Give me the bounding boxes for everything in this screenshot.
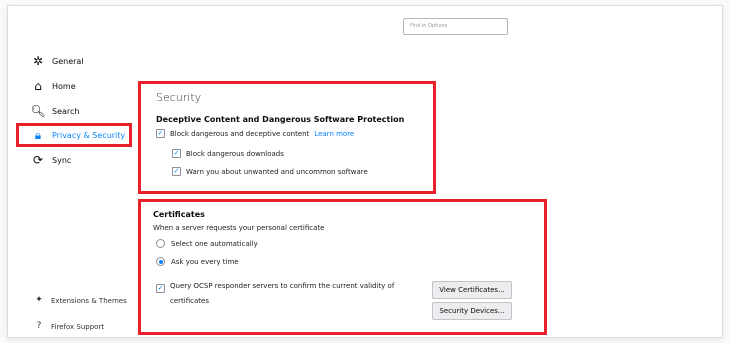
ocsp-checkbox[interactable]: ✓	[156, 284, 165, 293]
block-deceptive-row: ✓ Block dangerous and deceptive content …	[156, 129, 354, 138]
block-downloads-row: ✓ Block dangerous downloads	[172, 149, 284, 158]
block-downloads-checkbox[interactable]: ✓	[172, 149, 181, 158]
ocsp-label: Query OCSP responder servers to confirm …	[170, 279, 394, 309]
sidebar-item-sync[interactable]: ⟳ Sync	[30, 151, 71, 169]
deceptive-content-heading: Deceptive Content and Dangerous Software…	[156, 115, 405, 124]
certificates-heading: Certificates	[153, 210, 205, 219]
ocsp-row: ✓ Query OCSP responder servers to confir…	[156, 279, 394, 309]
sidebar-link-label: Firefox Support	[51, 322, 105, 331]
block-downloads-label: Block dangerous downloads	[186, 149, 284, 158]
sidebar-item-label: Search	[52, 106, 80, 116]
highlight-privacy-security	[16, 123, 132, 147]
search-icon: 🔍︎	[30, 104, 46, 118]
sidebar-item-label: Sync	[52, 155, 72, 165]
select-automatically-label: Select one automatically	[171, 239, 258, 248]
sidebar-item-search[interactable]: 🔍︎ Search	[30, 102, 79, 120]
puzzle-icon: ✦	[35, 295, 43, 305]
certificate-prompt: When a server requests your personal cer…	[153, 224, 325, 232]
sidebar-link-extensions-themes[interactable]: ✦ Extensions & Themes	[33, 296, 127, 305]
find-in-options-input[interactable]: Find in Options	[403, 18, 508, 35]
gear-icon: ✲	[32, 54, 44, 68]
block-deceptive-label: Block dangerous and deceptive content	[170, 129, 310, 138]
ocsp-label-line1: Query OCSP responder servers to confirm …	[170, 282, 395, 290]
ask-every-time-radio[interactable]	[156, 257, 165, 266]
sync-icon: ⟳	[32, 153, 44, 167]
select-automatically-row: Select one automatically	[156, 239, 258, 248]
ocsp-label-line2: certificates	[170, 297, 209, 305]
sidebar-item-general[interactable]: ✲ General	[30, 52, 84, 70]
warn-unwanted-label: Warn you about unwanted and uncommon sof…	[186, 167, 368, 176]
warn-unwanted-checkbox[interactable]: ✓	[172, 167, 181, 176]
sidebar-link-label: Extensions & Themes	[51, 296, 127, 305]
warn-unwanted-row: ✓ Warn you about unwanted and uncommon s…	[172, 167, 368, 176]
view-certificates-button[interactable]: View Certificates...	[432, 281, 512, 299]
sidebar-item-home[interactable]: ⌂ Home	[30, 77, 76, 95]
help-icon: ?	[36, 321, 42, 331]
sidebar-link-firefox-support[interactable]: ? Firefox Support	[33, 322, 104, 331]
security-devices-button[interactable]: Security Devices...	[432, 302, 512, 320]
select-automatically-radio[interactable]	[156, 239, 165, 248]
preferences-page: Find in Options ✲ General ⌂ Home 🔍︎ Sear…	[8, 6, 722, 337]
sidebar-item-label: Home	[52, 81, 76, 91]
learn-more-link[interactable]: Learn more	[314, 130, 354, 138]
block-deceptive-checkbox[interactable]: ✓	[156, 129, 165, 138]
security-title: Security	[156, 91, 202, 104]
home-icon: ⌂	[34, 79, 42, 93]
sidebar-item-label: General	[52, 56, 84, 66]
ask-every-time-row: Ask you every time	[156, 257, 239, 266]
ask-every-time-label: Ask you every time	[171, 257, 239, 266]
sidebar: ✲ General ⌂ Home 🔍︎ Search 🔒︎ Privacy & …	[8, 6, 138, 337]
